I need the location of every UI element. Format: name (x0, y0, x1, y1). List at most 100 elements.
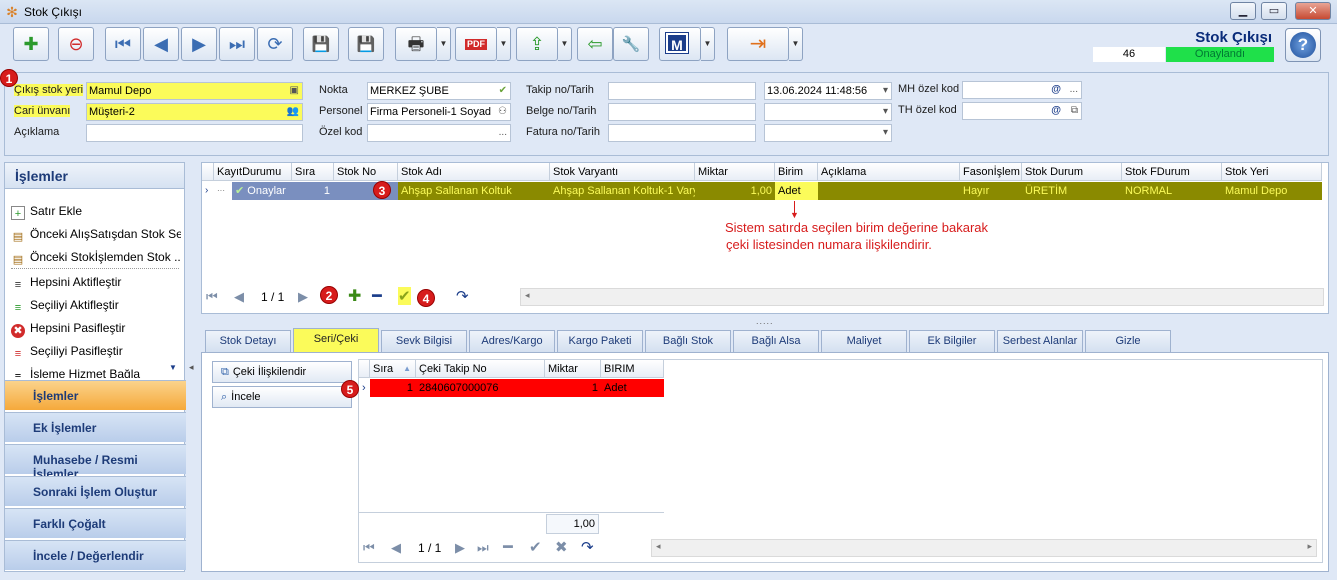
personel-field[interactable]: Firma Personeli-1 Soyad ⚇ (367, 103, 511, 121)
exit-dropdown[interactable]: ▼ (789, 27, 803, 61)
cikis-stok-yeri-field[interactable]: Mamul Depo ▣ (86, 82, 303, 100)
col-ceki-takip-no[interactable]: Çeki Takip No (416, 360, 545, 378)
add-row-icon[interactable]: ✚ (348, 286, 361, 306)
next-page-icon[interactable]: ▶ (298, 289, 308, 305)
person-lookup-icon[interactable]: ⚇ (498, 104, 507, 120)
previous-record-button[interactable]: ◀ (143, 27, 179, 61)
ellipsis-icon[interactable]: ... (499, 125, 507, 141)
close-button[interactable]: ✕ (1295, 2, 1331, 20)
col-fason-islem[interactable]: Fasonİşlem (960, 163, 1022, 181)
tab-stok-detayi[interactable]: Stok Detayı (205, 330, 291, 352)
row-expand-icon[interactable]: ··· (214, 182, 232, 200)
menu-onceki-stokislem[interactable]: ▤ Önceki Stokİşlemden Stok ... (11, 247, 181, 267)
tab-maliyet[interactable]: Maliyet (821, 330, 907, 352)
scroll-right-icon[interactable]: ▸ (1307, 541, 1312, 552)
scroll-left-icon[interactable]: ◂ (656, 541, 661, 552)
section-sonraki-islem[interactable]: Sonraki İşlem Oluştur (5, 476, 186, 506)
confirm-icon[interactable]: ✔ (398, 287, 411, 305)
col-stok-fdurum[interactable]: Stok FDurum (1122, 163, 1222, 181)
print-button[interactable]: 🖶 (395, 27, 437, 61)
col-stok-durum[interactable]: Stok Durum (1022, 163, 1122, 181)
menu-hizmet-bagla[interactable]: ≡ İşleme Hizmet Bağla (11, 364, 181, 378)
menu-seciliyi-pasiflestir[interactable]: ≡ Seçiliyi Pasifleştir (11, 341, 181, 361)
scroll-left-icon[interactable]: ◂ (525, 290, 530, 301)
belge-tarih-field[interactable]: ▾ (764, 103, 892, 121)
col-miktar[interactable]: Miktar (545, 360, 601, 378)
delete-button[interactable]: ⊖ (58, 27, 94, 61)
save-button[interactable]: 💾 (303, 27, 339, 61)
menu-hepsini-aktiflestir[interactable]: ≡ Hepsini Aktifleştir (11, 272, 181, 292)
tab-gizle[interactable]: Gizle (1085, 330, 1171, 352)
scroll-down-icon[interactable]: ▼ (169, 363, 177, 372)
check-icon[interactable]: ✔ (499, 83, 507, 99)
at-icon[interactable]: @ (1051, 82, 1061, 98)
previous-page-icon[interactable]: ◀ (234, 289, 244, 305)
ceki-iliskilendir-button[interactable]: ⧉ Çeki İlişkilendir (212, 361, 352, 383)
fatura-tarih-field[interactable]: ▾ (764, 124, 892, 142)
section-farkli-cogalt[interactable]: Farklı Çoğalt (5, 508, 186, 538)
refresh-icon[interactable]: ↷ (581, 538, 594, 556)
ceki-grid-hscroll[interactable]: ◂ ▸ (651, 539, 1317, 557)
aciklama-field[interactable] (86, 124, 303, 142)
fatura-no-field[interactable] (608, 124, 756, 142)
lookup-icon[interactable]: ▣ (290, 83, 299, 99)
first-page-icon[interactable]: ⏮ (206, 289, 218, 305)
col-birim[interactable]: Birim (775, 163, 818, 181)
col-sira[interactable]: Sıra (292, 163, 334, 181)
col-sira[interactable]: Sıra ▲ (370, 360, 416, 378)
import-button[interactable]: ⇦ (577, 27, 613, 61)
ellipsis-icon[interactable]: ... (1070, 82, 1078, 98)
chevron-down-icon[interactable]: ▾ (883, 104, 888, 120)
tab-seri-ceki[interactable]: Seri/Çeki (293, 328, 379, 352)
refresh-button[interactable]: ⟳ (257, 27, 293, 61)
section-ek-islemler[interactable]: Ek İşlemler (5, 412, 186, 442)
chevron-down-icon[interactable]: ▾ (883, 83, 888, 99)
pdf-dropdown[interactable]: ▼ (497, 27, 511, 61)
new-button[interactable]: ✚ (13, 27, 49, 61)
takip-tarih-field[interactable]: 13.06.2024 11:48:56 ▾ (764, 82, 892, 100)
menu-satir-ekle[interactable]: + Satır Ekle (11, 201, 181, 221)
section-incele[interactable]: İncele / Değerlendir (5, 540, 186, 570)
at-icon[interactable]: @ (1051, 103, 1061, 119)
col-stok-varyanti[interactable]: Stok Varyantı (550, 163, 695, 181)
export-dropdown[interactable]: ▼ (558, 27, 572, 61)
collapse-panel-icon[interactable]: ◂ (189, 362, 194, 373)
pdf-button[interactable]: PDF (455, 27, 497, 61)
maximize-button[interactable]: ▭ (1261, 2, 1287, 20)
incele-button[interactable]: ⌕ İncele (212, 386, 352, 408)
first-page-icon[interactable]: ⏮ (363, 540, 375, 556)
help-button[interactable]: ? (1285, 28, 1321, 62)
col-stok-adi[interactable]: Stok Adı (398, 163, 550, 181)
ozel-kod-field[interactable]: ... (367, 124, 511, 142)
top-grid-hscroll[interactable]: ◂ (520, 288, 1324, 306)
next-record-button[interactable]: ▶ (181, 27, 217, 61)
col-aciklama[interactable]: Açıklama (818, 163, 960, 181)
col-kayit-durumu[interactable]: KayıtDurumu (214, 163, 292, 181)
refresh-icon[interactable]: ↷ (456, 287, 469, 305)
menu-seciliyi-aktiflestir[interactable]: ≡ Seçiliyi Aktifleştir (11, 295, 181, 315)
tab-bagli-alsa[interactable]: Bağlı Alsa (733, 330, 819, 352)
exit-button[interactable]: ⇥ (727, 27, 789, 61)
tab-adres-kargo[interactable]: Adres/Kargo (469, 330, 555, 352)
menu-hepsini-pasiflestir[interactable]: ✖ Hepsini Pasifleştir (11, 318, 181, 338)
col-miktar[interactable]: Miktar (695, 163, 775, 181)
col-stok-no[interactable]: Stok No (334, 163, 398, 181)
cancel-icon[interactable]: ✖ (555, 538, 568, 556)
splitter-handle[interactable]: ..... (756, 316, 774, 326)
remove-row-icon[interactable]: ━ (503, 537, 513, 557)
tab-serbest-alanlar[interactable]: Serbest Alanlar (997, 330, 1083, 352)
th-ozel-kod-field[interactable]: @ ⧉ (962, 102, 1082, 120)
tab-sevk-bilgisi[interactable]: Sevk Bilgisi (381, 330, 467, 352)
minimize-button[interactable]: ▁ (1230, 2, 1256, 20)
takip-no-field[interactable] (608, 82, 756, 100)
previous-page-icon[interactable]: ◀ (391, 540, 401, 556)
section-muhasebe[interactable]: Muhasebe / Resmi İşlemler (5, 444, 186, 481)
mh-ozel-kod-field[interactable]: @... (962, 81, 1082, 99)
export-button[interactable]: ⇪ (516, 27, 558, 61)
confirm-icon[interactable]: ✔ (529, 538, 542, 556)
people-icon[interactable]: 👥 (287, 104, 299, 120)
section-islemler[interactable]: İşlemler (5, 380, 186, 410)
save-close-button[interactable]: 💾 (348, 27, 384, 61)
print-dropdown[interactable]: ▼ (437, 27, 451, 61)
nokta-field[interactable]: MERKEZ ŞUBE ✔ (367, 82, 511, 100)
